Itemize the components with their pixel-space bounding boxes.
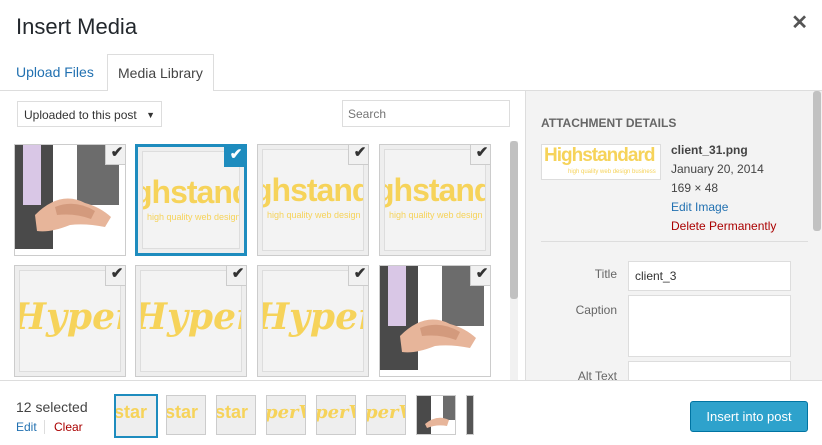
details-heading: Attachment Details <box>541 116 677 130</box>
close-icon[interactable]: ✕ <box>791 10 808 35</box>
edit-selection-link[interactable]: Edit <box>16 420 37 434</box>
tab-upload-files[interactable]: Upload Files <box>6 54 104 89</box>
mini-logo-text: star <box>166 402 199 422</box>
selected-thumbnail[interactable] <box>466 395 474 435</box>
filter-label: Uploaded to this post <box>24 108 137 122</box>
checkmark-icon[interactable]: ✔ <box>105 145 125 165</box>
logo-tagline: high quality web design <box>147 212 240 222</box>
attachment-item[interactable]: HyperWe ✔ <box>257 265 369 377</box>
title-label: Title <box>594 267 617 281</box>
selected-thumbnail[interactable]: star <box>166 395 206 435</box>
thumb-tagline: high quality web design business <box>568 169 656 175</box>
attachment-item[interactable]: HyperWe ✔ <box>14 265 126 377</box>
delete-permanently-link[interactable]: Delete Permanently <box>671 217 776 236</box>
logo-text: HyperWe <box>262 296 363 338</box>
media-toolbar: 12 selected Edit Clear star star star perV p… <box>0 380 822 445</box>
media-tabs: Upload Files Media Library <box>0 54 822 92</box>
caption-field[interactable] <box>628 295 791 357</box>
attachment-item[interactable]: ghstandard high quality web design ✔ <box>257 144 369 256</box>
logo-tagline: high quality web design <box>267 210 361 220</box>
details-thumbnail: Highstandard high quality web design bus… <box>541 144 661 180</box>
insert-into-post-button[interactable]: Insert into post <box>690 401 808 432</box>
caption-label: Caption <box>575 303 617 317</box>
selected-thumbnail[interactable]: perV <box>366 395 406 435</box>
details-filename: client_31.png <box>671 143 748 157</box>
title-field[interactable]: client_3 <box>628 261 791 291</box>
attachment-item[interactable]: ✔ <box>14 144 126 256</box>
sidebar-scrollbar[interactable] <box>813 91 821 231</box>
attachment-item[interactable]: ghstandard high quality web design ✔ <box>135 144 247 256</box>
selected-thumbnail[interactable]: perV <box>316 395 356 435</box>
grid-scrollbar[interactable] <box>510 141 518 380</box>
details-dimensions: 169 × 48 <box>671 181 719 195</box>
details-info: client_31.png January 20, 2014 169 × 48 … <box>671 141 776 236</box>
logo-text: ghstandard <box>385 172 485 208</box>
search-input[interactable] <box>342 100 510 127</box>
attachment-item[interactable]: HyperWe ✔ <box>135 265 247 377</box>
mini-logo-text: perV <box>366 402 405 423</box>
logo-text: HyperWe <box>19 296 120 338</box>
attachment-details-sidebar: Attachment Details Highstandard high qua… <box>525 91 822 383</box>
modal-title: Insert Media <box>16 14 138 39</box>
checkmark-icon[interactable]: ✔ <box>105 266 125 286</box>
thumb-logo-text: Highstandard <box>544 145 655 166</box>
selected-thumbnail[interactable]: perV <box>266 395 306 435</box>
clear-selection-link[interactable]: Clear <box>54 420 83 434</box>
logo-text: HyperWe <box>140 296 241 338</box>
selection-count: 12 selected <box>16 399 88 415</box>
checkmark-icon[interactable]: ✔ <box>224 147 244 167</box>
logo-tagline: high quality web design <box>389 210 483 220</box>
link-separator <box>44 420 45 434</box>
logo-text: ghstandard <box>263 172 363 208</box>
scrollbar-thumb[interactable] <box>510 141 518 299</box>
attachment-item[interactable]: ✔ <box>379 265 491 377</box>
attachments-browser: Uploaded to this post ▼ ✔ ghstandard high … <box>0 91 524 380</box>
details-divider <box>541 241 808 242</box>
selected-thumbnail[interactable] <box>416 395 456 435</box>
mini-logo-text: star <box>114 402 148 422</box>
mini-logo-text: perV <box>316 402 355 423</box>
checkmark-icon[interactable]: ✔ <box>470 145 490 165</box>
tab-media-library[interactable]: Media Library <box>107 54 214 92</box>
attachment-item[interactable]: ghstandard high quality web design ✔ <box>379 144 491 256</box>
checkmark-icon[interactable]: ✔ <box>348 145 368 165</box>
checkmark-icon[interactable]: ✔ <box>470 266 490 286</box>
mini-logo-text: star <box>216 402 249 422</box>
media-filter-select[interactable]: Uploaded to this post ▼ <box>17 101 162 127</box>
selected-thumbnail[interactable]: star <box>216 395 256 435</box>
selected-thumbnail[interactable]: star <box>114 394 158 438</box>
logo-text: ghstandard <box>143 174 239 210</box>
insert-media-modal: Insert Media ✕ Upload Files Media Librar… <box>0 0 822 445</box>
mini-logo-text: perV <box>266 402 305 423</box>
alt-text-field[interactable] <box>628 361 791 380</box>
details-date: January 20, 2014 <box>671 162 764 176</box>
checkmark-icon[interactable]: ✔ <box>226 266 246 286</box>
checkmark-icon[interactable]: ✔ <box>348 266 368 286</box>
edit-image-link[interactable]: Edit Image <box>671 198 776 217</box>
chevron-down-icon: ▼ <box>146 110 155 120</box>
